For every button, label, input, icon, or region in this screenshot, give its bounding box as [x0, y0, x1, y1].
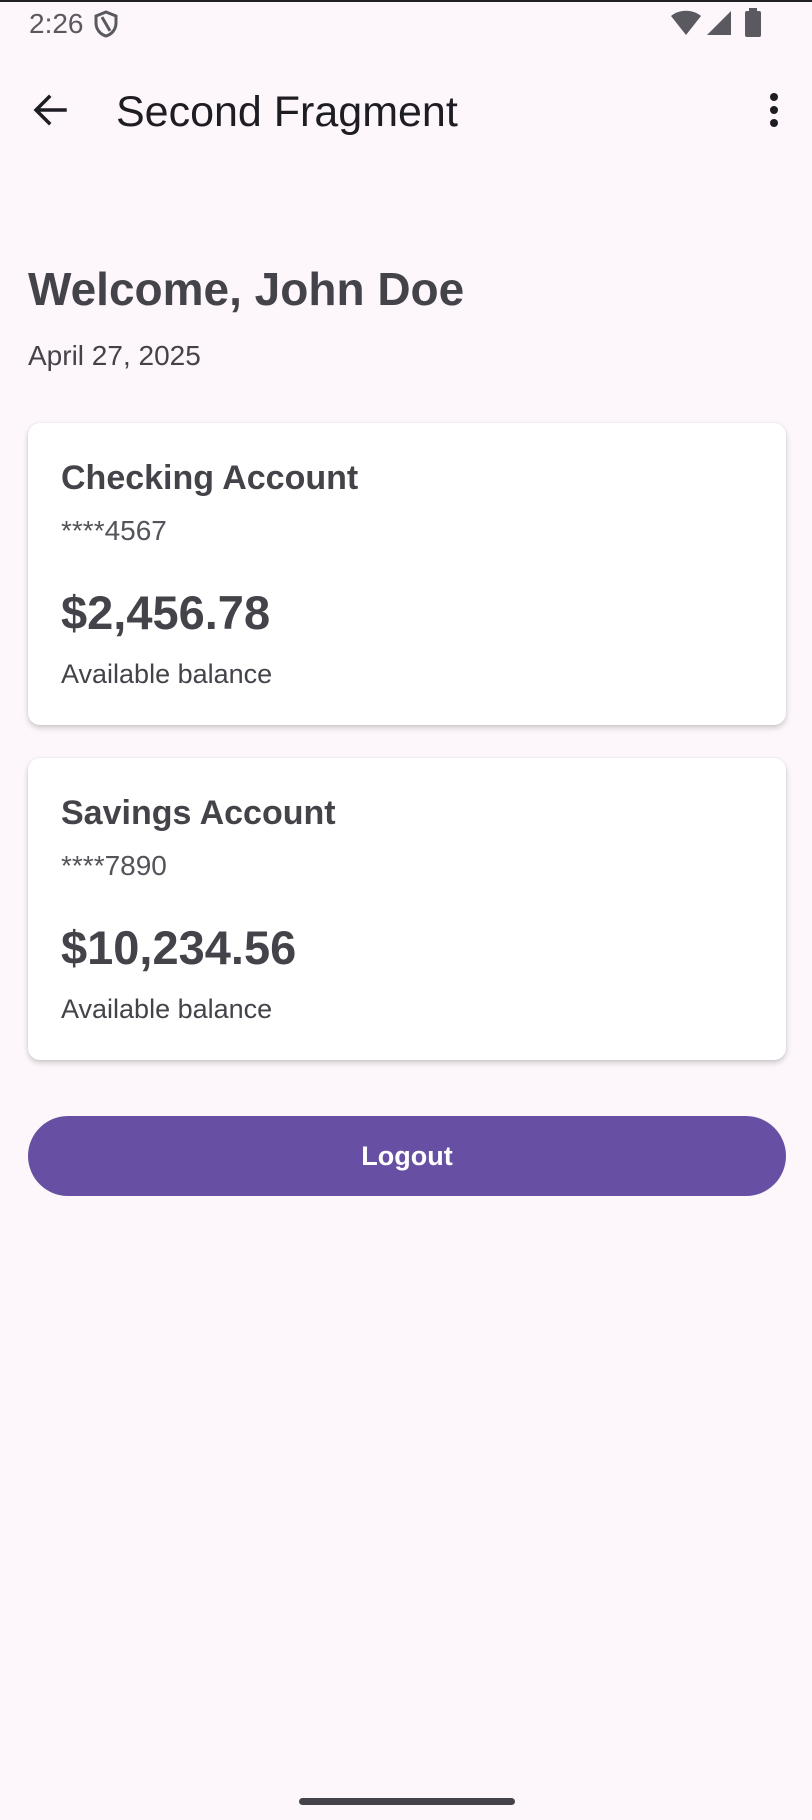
account-balance: $2,456.78: [61, 586, 271, 639]
account-balance-label: Available balance: [61, 994, 273, 1024]
status-time: 2:26: [29, 8, 84, 39]
account-balance: $10,234.56: [61, 921, 297, 974]
back-button[interactable]: [22, 84, 78, 140]
wifi-icon: [670, 10, 702, 36]
status-bar: 2:26: [0, 0, 812, 50]
logout-button[interactable]: Logout: [28, 1116, 786, 1196]
shield-icon: [93, 10, 119, 38]
welcome-title: Welcome, John Doe: [28, 263, 465, 315]
overflow-menu-button[interactable]: [756, 84, 792, 140]
app-bar: Second Fragment: [0, 72, 812, 156]
account-name: Savings Account: [61, 794, 336, 832]
welcome-date: April 27, 2025: [28, 340, 201, 371]
savings-account-card[interactable]: Savings Account ****7890 $10,234.56 Avai…: [28, 758, 786, 1060]
account-number: ****7890: [61, 850, 167, 881]
checking-account-card[interactable]: Checking Account ****4567 $2,456.78 Avai…: [28, 423, 786, 725]
signal-icon: [706, 10, 732, 36]
account-balance-label: Available balance: [61, 659, 273, 689]
more-vert-icon: [768, 92, 780, 133]
account-number: ****4567: [61, 515, 167, 546]
arrow-back-icon: [32, 92, 68, 133]
gesture-nav-handle[interactable]: [299, 1798, 515, 1805]
account-name: Checking Account: [61, 459, 359, 497]
battery-icon: [744, 8, 762, 38]
app-bar-title: Second Fragment: [116, 88, 458, 136]
